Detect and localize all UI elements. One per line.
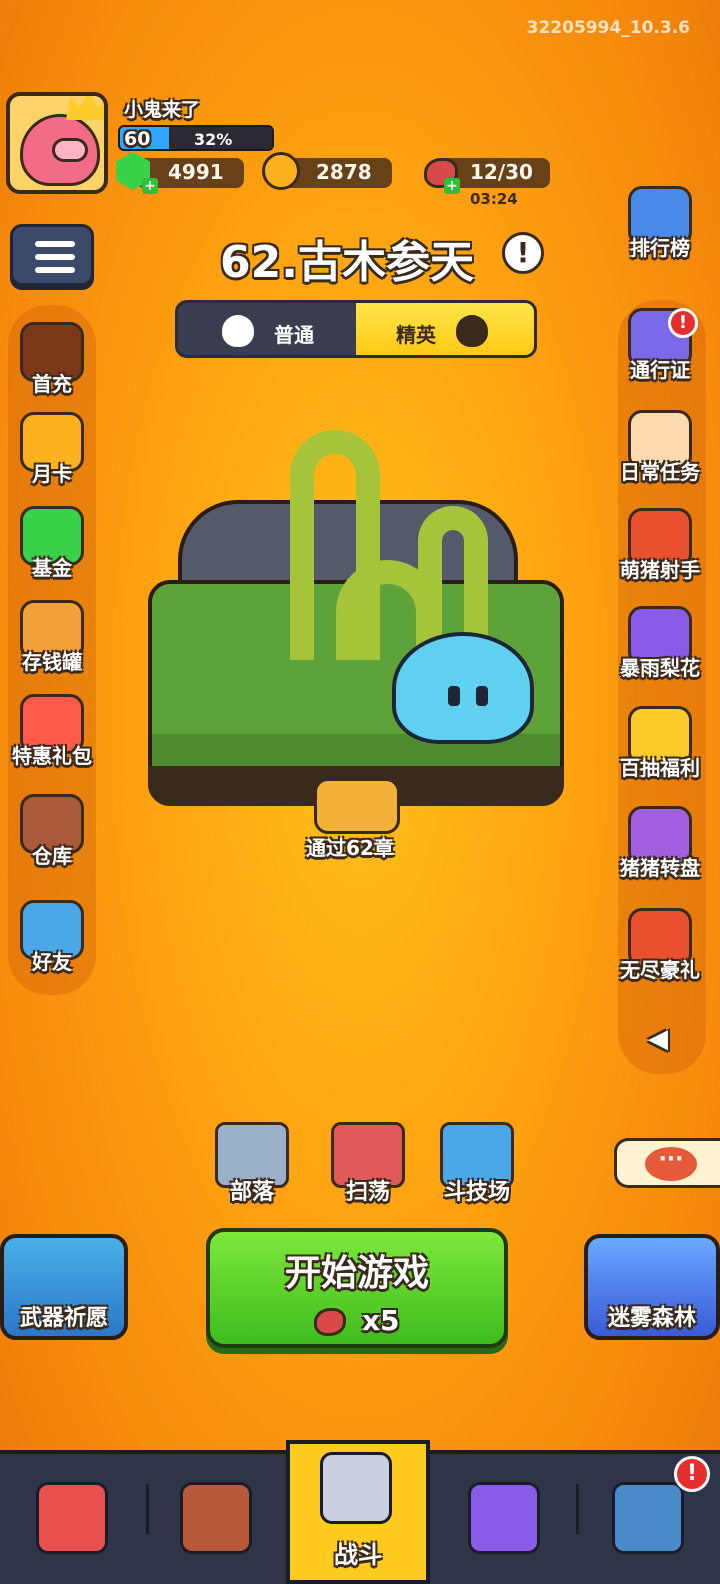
tribe-label: 部落 [229, 1180, 274, 1205]
right-menu-label: 排行榜 [630, 236, 690, 260]
arena-label: 斗技场 [443, 1180, 510, 1205]
shop-stall-icon [36, 1482, 108, 1554]
left-menu-item-4[interactable]: 特惠礼包 [4, 694, 100, 769]
stamina-timer: 03:24 [470, 190, 518, 208]
left-menu-item-0[interactable]: 首充 [4, 322, 100, 397]
stage-title: 62.古木参天 [220, 237, 474, 288]
left-menu-label: 仓库 [32, 844, 72, 868]
right-menu-item-0[interactable]: 排行榜 [612, 186, 708, 261]
scroll-capsule-icon [468, 1482, 540, 1554]
add-gems-icon[interactable]: + [142, 178, 158, 194]
building-icon [612, 1482, 684, 1554]
nav-battle-label: 战斗 [334, 1541, 382, 1569]
right-menu-label: 百抽福利 [620, 756, 700, 780]
weapon-wish-label: 武器祈愿 [19, 1306, 108, 1331]
right-menu-label: 无尽豪礼 [620, 958, 700, 982]
left-menu-item-2[interactable]: 基金 [4, 506, 100, 581]
start-game-label: 开始游戏 [284, 1253, 429, 1294]
player-avatar[interactable] [6, 92, 108, 194]
tribe-button[interactable]: 部落 [212, 1122, 292, 1206]
gems-value: 4991 [168, 160, 224, 184]
sweep-button[interactable]: 扫荡 [318, 1122, 418, 1206]
right-menu-label: 通行证 [630, 358, 690, 382]
right-menu-label: 暴雨梨花 [620, 656, 700, 680]
chat-button[interactable]: ··· [614, 1138, 720, 1188]
hamburger-line [35, 267, 75, 273]
meat-cost-icon [314, 1308, 346, 1336]
nav-battle[interactable]: 战斗 [286, 1440, 430, 1584]
start-cost-label: x5 [362, 1304, 400, 1337]
left-menu-label: 特惠礼包 [12, 744, 92, 768]
misty-forest-button[interactable]: 迷雾森林 [584, 1234, 720, 1340]
nav-talent[interactable] [432, 1454, 576, 1584]
nav-equipment[interactable] [144, 1454, 288, 1584]
stamina-value: 12/30 [470, 160, 533, 184]
left-menu-item-1[interactable]: 月卡 [4, 412, 100, 487]
mode-normal-tab[interactable]: 普通 [178, 303, 356, 355]
left-menu-label: 好友 [32, 950, 72, 974]
nav-building-alert-badge: ! [674, 1456, 710, 1492]
crown-icon [66, 96, 104, 120]
slime-eye [476, 686, 488, 706]
misty-forest-label: 迷雾森林 [607, 1306, 696, 1331]
player-name: 小鬼来了 [124, 99, 201, 121]
elite-demon-icon [456, 315, 488, 347]
sweep-label: 扫荡 [345, 1180, 390, 1205]
right-menu-item-7[interactable]: 无尽豪礼 [612, 908, 708, 983]
left-menu-item-6[interactable]: 好友 [4, 900, 100, 975]
right-menu-item-3[interactable]: 萌猪射手 [612, 508, 708, 583]
chapter-reward-chest-icon[interactable] [314, 778, 400, 834]
right-menu-item-5[interactable]: 百抽福利 [612, 706, 708, 781]
build-version: 32205994_10.3.6 [526, 18, 690, 38]
right-menu-item-4[interactable]: 暴雨梨花 [612, 606, 708, 681]
nav-shop[interactable] [0, 1454, 144, 1584]
blue-slime-icon [392, 632, 534, 744]
right-menu-label: 猪猪转盘 [620, 856, 700, 880]
right-menu-item-1[interactable]: 通行证! [612, 308, 708, 383]
right-menu-item-2[interactable]: 日常任务 [612, 410, 708, 485]
slime-icon [222, 315, 254, 347]
chat-bubble-icon: ··· [645, 1147, 697, 1181]
arena-button[interactable]: 斗技场 [432, 1122, 522, 1206]
hamburger-line [35, 254, 75, 260]
coin-icon [262, 152, 300, 190]
left-menu-label: 基金 [32, 556, 72, 580]
main-menu-button[interactable] [10, 224, 94, 286]
mode-elite-tab[interactable]: 精英 [356, 303, 534, 355]
left-menu-item-5[interactable]: 仓库 [4, 794, 100, 869]
right-menu-item-6[interactable]: 猪猪转盘 [612, 806, 708, 881]
left-menu-label: 月卡 [32, 462, 72, 486]
hamburger-icon [35, 241, 75, 247]
left-menu-label: 首充 [32, 372, 72, 396]
weapon-wish-button[interactable]: 武器祈愿 [0, 1234, 128, 1340]
level-progress-percent: 32% [194, 130, 233, 149]
mode-normal-label: 普通 [274, 323, 314, 347]
right-menu-label: 萌猪射手 [620, 558, 700, 582]
left-menu-label: 存钱罐 [22, 650, 82, 674]
crossed-swords-icon [320, 1452, 392, 1524]
level-progress-bar: 60 32% [118, 125, 274, 151]
slime-eye [448, 686, 460, 706]
player-level: 60 [124, 128, 151, 150]
collapse-arrow-icon[interactable]: ◀ [648, 1024, 668, 1054]
left-menu-item-3[interactable]: 存钱罐 [4, 600, 100, 675]
pig-snout-icon [52, 138, 88, 162]
right-menu-label: 日常任务 [620, 460, 700, 484]
start-game-button[interactable]: 开始游戏 x5 [206, 1228, 508, 1348]
stage-info-button[interactable]: ! [502, 232, 544, 274]
chapter-reward-label: 通过62章 [306, 836, 394, 860]
difficulty-toggle[interactable]: 普通 精英 [175, 300, 537, 358]
add-stamina-icon[interactable]: + [444, 178, 460, 194]
alert-badge: ! [668, 308, 698, 338]
coins-value: 2878 [316, 160, 372, 184]
mode-elite-label: 精英 [396, 323, 436, 347]
pig-backpack-icon [180, 1482, 252, 1554]
